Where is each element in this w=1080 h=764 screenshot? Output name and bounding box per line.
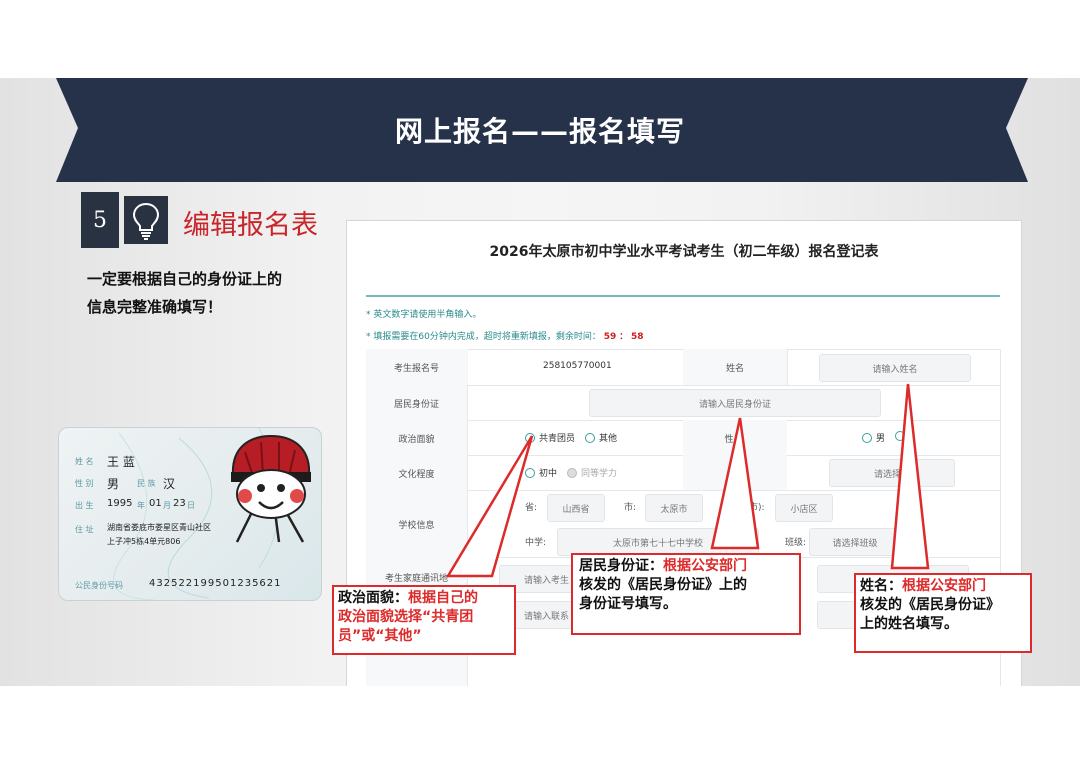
politics-callout-colon: ： — [394, 590, 408, 606]
politics-callout-text-2: 政治面貌选择“共青团 — [338, 609, 474, 625]
id-callout-key: 居民身份证 — [579, 558, 649, 574]
name-callout-text-2: 核发的《居民身份证》 — [860, 597, 1000, 613]
politics-callout: 政治面貌：根据自己的 政治面貌选择“共青团 员”或“其他” — [332, 585, 516, 655]
name-callout: 姓名：根据公安部门 核发的《居民身份证》 上的姓名填写。 — [854, 573, 1032, 653]
id-callout-text-3: 身份证号填写。 — [579, 596, 677, 612]
id-callout-colon: ： — [649, 558, 663, 574]
name-callout-text-1: 根据公安部门 — [902, 578, 986, 594]
slide: 网上报名——报名填写 5 编辑报名表 一定要根据自己的身份证上的 信息完整准确填… — [0, 78, 1080, 686]
name-callout-key: 姓名 — [860, 578, 888, 594]
name-callout-text-3: 上的姓名填写。 — [860, 616, 958, 632]
politics-callout-text-3: 员”或“其他” — [338, 628, 422, 644]
politics-callout-key: 政治面貌 — [338, 590, 394, 606]
id-callout-text-1: 根据公安部门 — [663, 558, 747, 574]
id-callout: 居民身份证：根据公安部门 核发的《居民身份证》上的 身份证号填写。 — [571, 553, 801, 635]
id-callout-text-2: 核发的《居民身份证》上的 — [579, 577, 747, 593]
politics-callout-text-1: 根据自己的 — [408, 590, 478, 606]
name-callout-colon: ： — [888, 578, 902, 594]
